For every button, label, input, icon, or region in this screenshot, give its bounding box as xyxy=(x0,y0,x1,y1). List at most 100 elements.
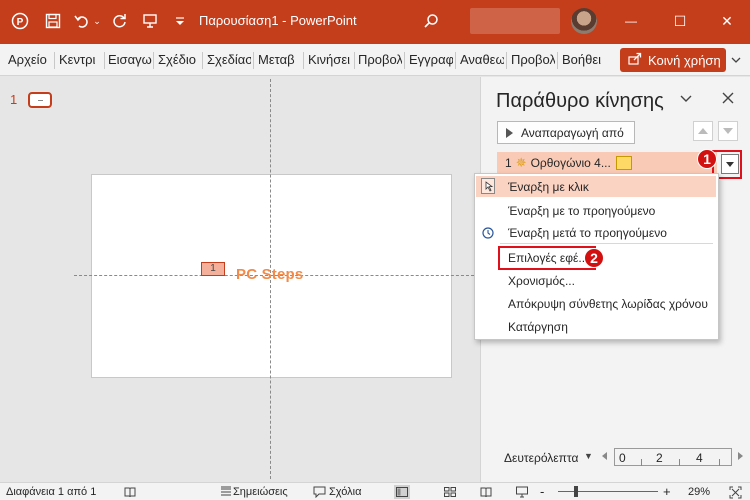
undo-dropdown-icon[interactable]: ⌄ xyxy=(92,10,102,32)
title-bar: P ⌄ Παρουσίαση1 - PowerPoint — ☐ ✕ xyxy=(0,0,750,44)
tab-separator xyxy=(506,52,507,69)
tab-separator xyxy=(303,52,304,69)
clock-icon xyxy=(480,225,496,241)
tab-separator xyxy=(253,52,254,69)
menu-remove[interactable]: Κατάργηση xyxy=(508,320,568,334)
redo-icon[interactable] xyxy=(110,10,130,32)
chevron-down-icon xyxy=(726,161,734,167)
animation-item-number: 1 xyxy=(505,156,512,170)
animation-order-tag[interactable]: 1 xyxy=(201,262,225,276)
timeline-tick-label: 2 xyxy=(656,451,663,465)
tab-separator xyxy=(153,52,154,69)
thumbnail-pane: 1 xyxy=(0,77,74,482)
animation-item-dropdown[interactable] xyxy=(721,154,739,174)
slide-thumbnail[interactable] xyxy=(28,92,52,108)
tab-view[interactable]: Προβολ xyxy=(511,52,555,67)
timeline-tick-label: 4 xyxy=(696,451,703,465)
tab-draw[interactable]: Σχεδίασ xyxy=(207,52,251,67)
zoom-in-button[interactable]: + xyxy=(663,484,671,499)
share-label: Κοινή χρήση xyxy=(648,52,721,68)
menu-hide-advanced-timeline[interactable]: Απόκρυψη σύνθετης λωρίδας χρόνου xyxy=(508,297,708,311)
tab-separator xyxy=(104,52,105,69)
step-badge-1: 1 xyxy=(697,149,717,169)
seconds-dropdown[interactable]: Δευτερόλεπτα xyxy=(504,451,578,465)
timing-bar xyxy=(615,156,632,170)
tab-home[interactable]: Κεντρι xyxy=(59,52,102,67)
seconds-chevron-icon[interactable]: ▼ xyxy=(584,451,593,461)
step-badge-2: 2 xyxy=(584,248,604,268)
tab-animations[interactable]: Κινήσει xyxy=(308,52,352,67)
move-down-button[interactable] xyxy=(718,121,738,141)
share-button[interactable]: Κοινή χρήση xyxy=(620,48,726,72)
pane-close-icon[interactable] xyxy=(718,88,738,108)
animation-list-item[interactable]: 1 ✵ Ορθογώνιο 4... xyxy=(497,152,717,174)
entrance-effect-icon: ✵ xyxy=(515,155,527,170)
animation-item-name: Ορθογώνιο 4... xyxy=(530,156,611,170)
pane-options-chevron-icon[interactable] xyxy=(678,90,694,108)
reading-view-icon[interactable] xyxy=(478,485,494,499)
comments-icon[interactable] xyxy=(311,485,327,499)
menu-start-on-click[interactable]: Έναρξη με κλικ xyxy=(508,180,589,194)
normal-view-icon[interactable] xyxy=(394,485,410,499)
tab-design[interactable]: Σχέδιο xyxy=(158,52,200,67)
thumbnail-number: 1 xyxy=(10,92,18,107)
ribbon-collapse-icon[interactable] xyxy=(728,50,744,70)
menu-separator xyxy=(500,243,713,244)
menu-timing[interactable]: Χρονισμός... xyxy=(508,274,575,288)
timeline-tick xyxy=(719,459,720,466)
tab-file[interactable]: Αρχείο xyxy=(8,52,52,67)
avatar[interactable] xyxy=(571,8,597,34)
zoom-slider-track[interactable] xyxy=(558,491,658,492)
timeline-scroll-left-icon[interactable] xyxy=(602,452,607,460)
tab-record[interactable]: Εγγραφ xyxy=(409,52,453,67)
autosave-icon[interactable]: P xyxy=(10,10,30,32)
slideshow-icon[interactable] xyxy=(514,485,530,499)
account-name[interactable] xyxy=(470,8,560,34)
save-icon[interactable] xyxy=(43,10,63,32)
on-click-icon xyxy=(480,178,496,194)
zoom-level[interactable]: 29% xyxy=(688,486,710,498)
tab-separator xyxy=(404,52,405,69)
timeline-tick xyxy=(641,459,642,466)
tab-insert[interactable]: Εισαγω xyxy=(108,52,152,67)
tab-help[interactable]: Βοήθει xyxy=(562,52,606,67)
arrow-up-icon xyxy=(698,128,708,134)
slide-sorter-icon[interactable] xyxy=(442,485,458,499)
play-icon xyxy=(506,127,513,138)
share-icon xyxy=(628,52,642,68)
timeline-scroll-right-icon[interactable] xyxy=(738,452,743,460)
move-up-button[interactable] xyxy=(693,121,713,141)
play-from-button[interactable]: Αναπαραγωγή από xyxy=(497,121,635,144)
notes-icon[interactable] xyxy=(218,485,234,499)
arrow-down-icon xyxy=(723,128,733,134)
tab-separator xyxy=(455,52,456,69)
maximize-button[interactable]: ☐ xyxy=(665,8,695,34)
window-title: Παρουσίαση1 - PowerPoint xyxy=(199,13,357,28)
effect-options-highlight-frame xyxy=(498,246,596,270)
customize-toolbar-icon[interactable] xyxy=(170,10,190,32)
tab-separator xyxy=(202,52,203,69)
slide-text[interactable]: PC Steps xyxy=(236,266,303,283)
tab-separator xyxy=(54,52,55,69)
tab-slideshow[interactable]: Προβολ xyxy=(358,52,402,67)
play-from-label: Αναπαραγωγή από xyxy=(521,125,624,140)
menu-start-after-previous[interactable]: Έναρξη μετά το προηγούμενο xyxy=(508,226,667,240)
present-icon[interactable] xyxy=(140,10,160,32)
minimize-button[interactable]: — xyxy=(616,8,646,34)
undo-icon[interactable] xyxy=(72,10,92,32)
zoom-out-button[interactable]: - xyxy=(540,484,544,499)
notes-button[interactable]: Σημειώσεις xyxy=(233,486,288,498)
timeline-ruler: 0 2 4 xyxy=(614,448,732,466)
svg-text:P: P xyxy=(17,17,24,28)
comments-button[interactable]: Σχόλια xyxy=(329,486,362,498)
menu-start-with-previous[interactable]: Έναρξη με το προηγούμενο xyxy=(508,204,655,218)
search-icon[interactable] xyxy=(421,10,441,32)
slide-count: Διαφάνεια 1 από 1 xyxy=(6,486,97,498)
fit-to-window-icon[interactable] xyxy=(727,485,743,499)
accessibility-icon[interactable] xyxy=(122,485,138,499)
zoom-slider-thumb[interactable] xyxy=(574,486,578,497)
tab-separator xyxy=(557,52,558,69)
tab-transitions[interactable]: Μεταβ xyxy=(258,52,301,67)
close-button[interactable]: ✕ xyxy=(712,8,742,34)
tab-review[interactable]: Αναθεω xyxy=(460,52,504,67)
